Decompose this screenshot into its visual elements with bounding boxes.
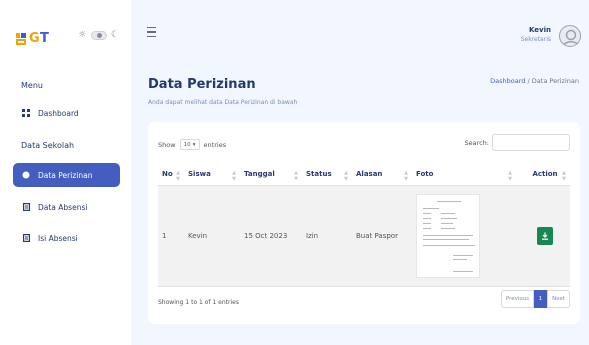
theme-toggle[interactable]: ☼ ☾ xyxy=(78,31,120,40)
menu-icon[interactable] xyxy=(147,27,156,37)
sidebar-item-label: Data Absensi xyxy=(38,202,88,212)
grid-icon xyxy=(22,109,30,117)
logo-icon xyxy=(16,32,26,45)
download-icon xyxy=(542,232,548,240)
entries-label: entries xyxy=(203,140,227,149)
search-input[interactable] xyxy=(492,134,570,151)
sidebar-item-label: Isi Absensi xyxy=(38,233,78,243)
sidebar-section-label: Data Sekolah xyxy=(21,141,75,150)
pagination-page-1[interactable]: 1 xyxy=(534,290,547,308)
brand-name: GT xyxy=(29,31,50,46)
sort-icon: ▲ ▼ xyxy=(232,170,236,182)
dot-icon xyxy=(22,171,30,179)
sidebar-item-data-perizinan[interactable]: Data Perizinan xyxy=(13,163,120,187)
breadcrumb-home[interactable]: Dashboard xyxy=(490,77,525,85)
book-icon xyxy=(22,234,30,242)
showing-info: Showing 1 to 1 of 1 entries xyxy=(158,299,239,306)
brand-logo[interactable]: GT xyxy=(16,31,49,46)
search-label: Search: xyxy=(464,138,489,147)
sort-icon: ▲ ▼ xyxy=(562,170,566,182)
column-header-action[interactable]: Action ▲ ▼ xyxy=(516,163,570,186)
entries-value: 10 xyxy=(183,141,191,148)
breadcrumb-current: Data Perizinan xyxy=(531,77,579,85)
moon-icon: ☾ xyxy=(111,30,120,40)
sort-icon: ▲ ▼ xyxy=(176,170,180,182)
pagination-previous[interactable]: Previous xyxy=(501,290,534,308)
user-role: Sekretaris xyxy=(520,36,551,43)
breadcrumb-separator: / xyxy=(527,77,530,85)
table-row: 1 Kevin 15 Oct 2023 Izin Buat Paspor xyxy=(158,185,570,287)
sort-icon: ▲ ▼ xyxy=(404,170,408,182)
column-header-siswa[interactable]: Siswa ▲ ▼ xyxy=(184,163,240,186)
pagination-next[interactable]: Next xyxy=(547,290,570,308)
user-icon[interactable] xyxy=(559,25,581,47)
show-label: Show xyxy=(158,140,176,149)
column-header-status[interactable]: Status ▲ ▼ xyxy=(302,163,352,186)
table-card: Show 10 ▾ entries Search: No ▲ ▼ Siswa ▲ ▼ T… xyxy=(148,122,580,324)
menu-title: Menu xyxy=(21,81,43,90)
topbar: Kevin Sekretaris xyxy=(131,0,589,66)
permit-document-thumbnail[interactable] xyxy=(416,193,480,278)
sort-icon: ▲ ▼ xyxy=(344,170,348,182)
sun-icon: ☼ xyxy=(78,30,87,40)
column-header-foto[interactable]: Foto ▲ ▼ xyxy=(412,163,516,186)
cell-action xyxy=(516,185,570,287)
page-subtitle: Anda dapat melihat data Data Perizinan d… xyxy=(148,99,298,106)
sidebar-item-label: Data Perizinan xyxy=(38,170,93,180)
page-title: Data Perizinan xyxy=(148,77,256,92)
cell-foto xyxy=(412,185,516,287)
sort-icon: ▲ ▼ xyxy=(508,170,512,182)
book-icon xyxy=(22,203,30,211)
sort-icon: ▲ ▼ xyxy=(294,170,298,182)
cell-tanggal: 15 Oct 2023 xyxy=(240,185,302,287)
perizinan-table: No ▲ ▼ Siswa ▲ ▼ Tanggal ▲ ▼ Status ▲ ▼ Alasan ▲ ▼… xyxy=(158,163,570,287)
user-name: Kevin xyxy=(529,26,551,34)
theme-switch[interactable] xyxy=(91,31,107,40)
search-control: Search: xyxy=(464,134,570,151)
sidebar-item-label: Dashboard xyxy=(38,108,79,118)
column-header-no[interactable]: No ▲ ▼ xyxy=(158,163,184,186)
cell-no: 1 xyxy=(158,185,184,287)
chevron-down-icon: ▾ xyxy=(192,141,196,148)
pagination: Previous 1 Next xyxy=(501,290,570,308)
column-header-tanggal[interactable]: Tanggal ▲ ▼ xyxy=(240,163,302,186)
cell-siswa: Kevin xyxy=(184,185,240,287)
sidebar-item-dashboard[interactable]: Dashboard xyxy=(13,101,120,125)
entries-select[interactable]: 10 ▾ xyxy=(179,139,200,150)
download-button[interactable] xyxy=(537,226,553,245)
cell-status: Izin xyxy=(302,185,352,287)
breadcrumb: Dashboard / Data Perizinan xyxy=(490,77,579,85)
sidebar: GT ☼ ☾ Menu Dashboard Data Sekolah Data … xyxy=(0,0,131,345)
main-content: Kevin Sekretaris Data Perizinan Anda dap… xyxy=(131,0,589,345)
column-header-alasan[interactable]: Alasan ▲ ▼ xyxy=(352,163,412,186)
entries-control: Show 10 ▾ entries xyxy=(158,139,226,150)
sidebar-item-data-absensi[interactable]: Data Absensi xyxy=(13,195,120,219)
sidebar-item-isi-absensi[interactable]: Isi Absensi xyxy=(13,226,120,250)
cell-alasan: Buat Paspor xyxy=(352,185,412,287)
